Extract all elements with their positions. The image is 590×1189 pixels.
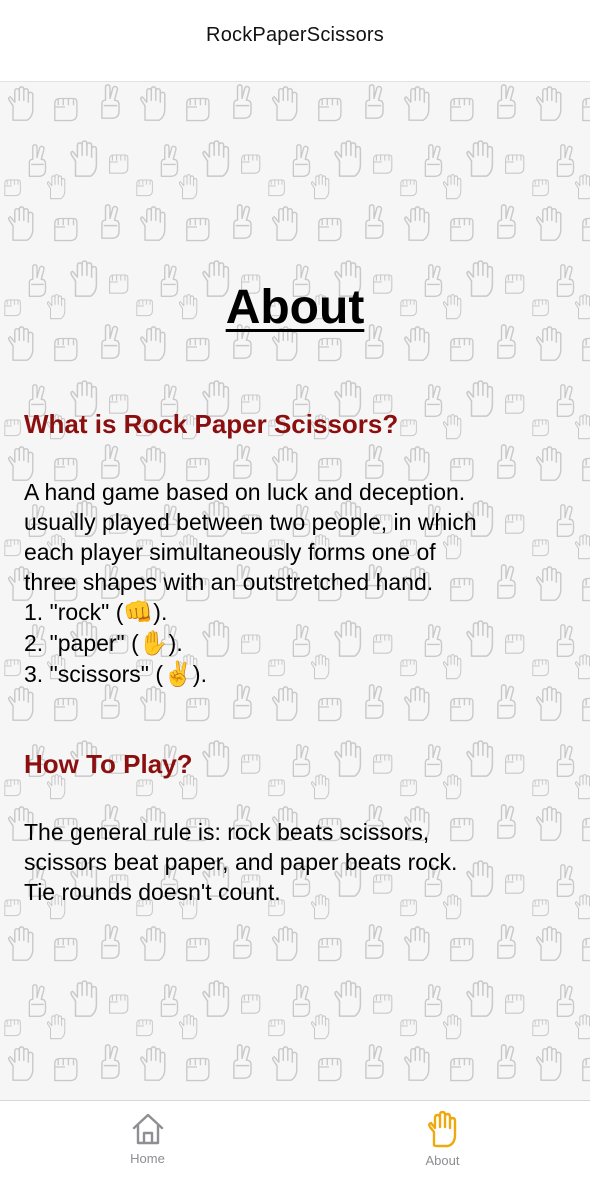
- paragraph-line: scissors beat paper, and paper beats roc…: [24, 849, 458, 875]
- section-heading-how-to-play: How To Play?: [24, 749, 193, 779]
- section-heading-what-is: What is Rock Paper Scissors?: [24, 409, 399, 439]
- hand-icon: [427, 1111, 456, 1148]
- paragraph-line: usually played between two people, in wh…: [24, 509, 477, 535]
- list-item-rock: 1. "rock" (👊).: [24, 599, 168, 626]
- home-icon: [132, 1113, 163, 1145]
- paragraph-line: Tie rounds doesn't count.: [24, 879, 281, 905]
- paragraph-line: A hand game based on luck and deception.: [24, 479, 466, 505]
- paragraph-line: three shapes with an outstretched hand.: [24, 569, 434, 595]
- about-content[interactable]: About What is Rock Paper Scissors? A han…: [0, 82, 590, 1100]
- victory-hand-emoji-icon: ✌️: [163, 661, 193, 688]
- tab-about-label: About: [425, 1153, 460, 1168]
- tab-bar: Home About: [0, 1100, 590, 1189]
- section-text-how-to-play: The general rule is: rock beats scissors…: [24, 817, 574, 907]
- tab-about[interactable]: About: [295, 1101, 590, 1189]
- list-item-paper: 2. "paper" (✋).: [24, 630, 183, 657]
- fist-emoji-icon: 👊: [123, 599, 154, 626]
- navigation-bar: RockPaperScissors: [0, 0, 590, 82]
- paragraph-line: The general rule is: rock beats scissors…: [24, 819, 430, 845]
- tab-home[interactable]: Home: [0, 1101, 295, 1189]
- about-text: About What is Rock Paper Scissors? A han…: [0, 82, 590, 1100]
- section-text-what-is: A hand game based on luck and deception.…: [24, 477, 574, 690]
- tab-home-label: Home: [130, 1151, 165, 1166]
- page-title: About: [225, 281, 365, 334]
- nav-title: RockPaperScissors: [206, 24, 384, 46]
- raised-hand-emoji-icon: ✋: [138, 630, 169, 657]
- list-item-scissors: 3. "scissors" (✌️).: [24, 661, 207, 688]
- paragraph-line: each player simultaneously forms one of: [24, 539, 436, 565]
